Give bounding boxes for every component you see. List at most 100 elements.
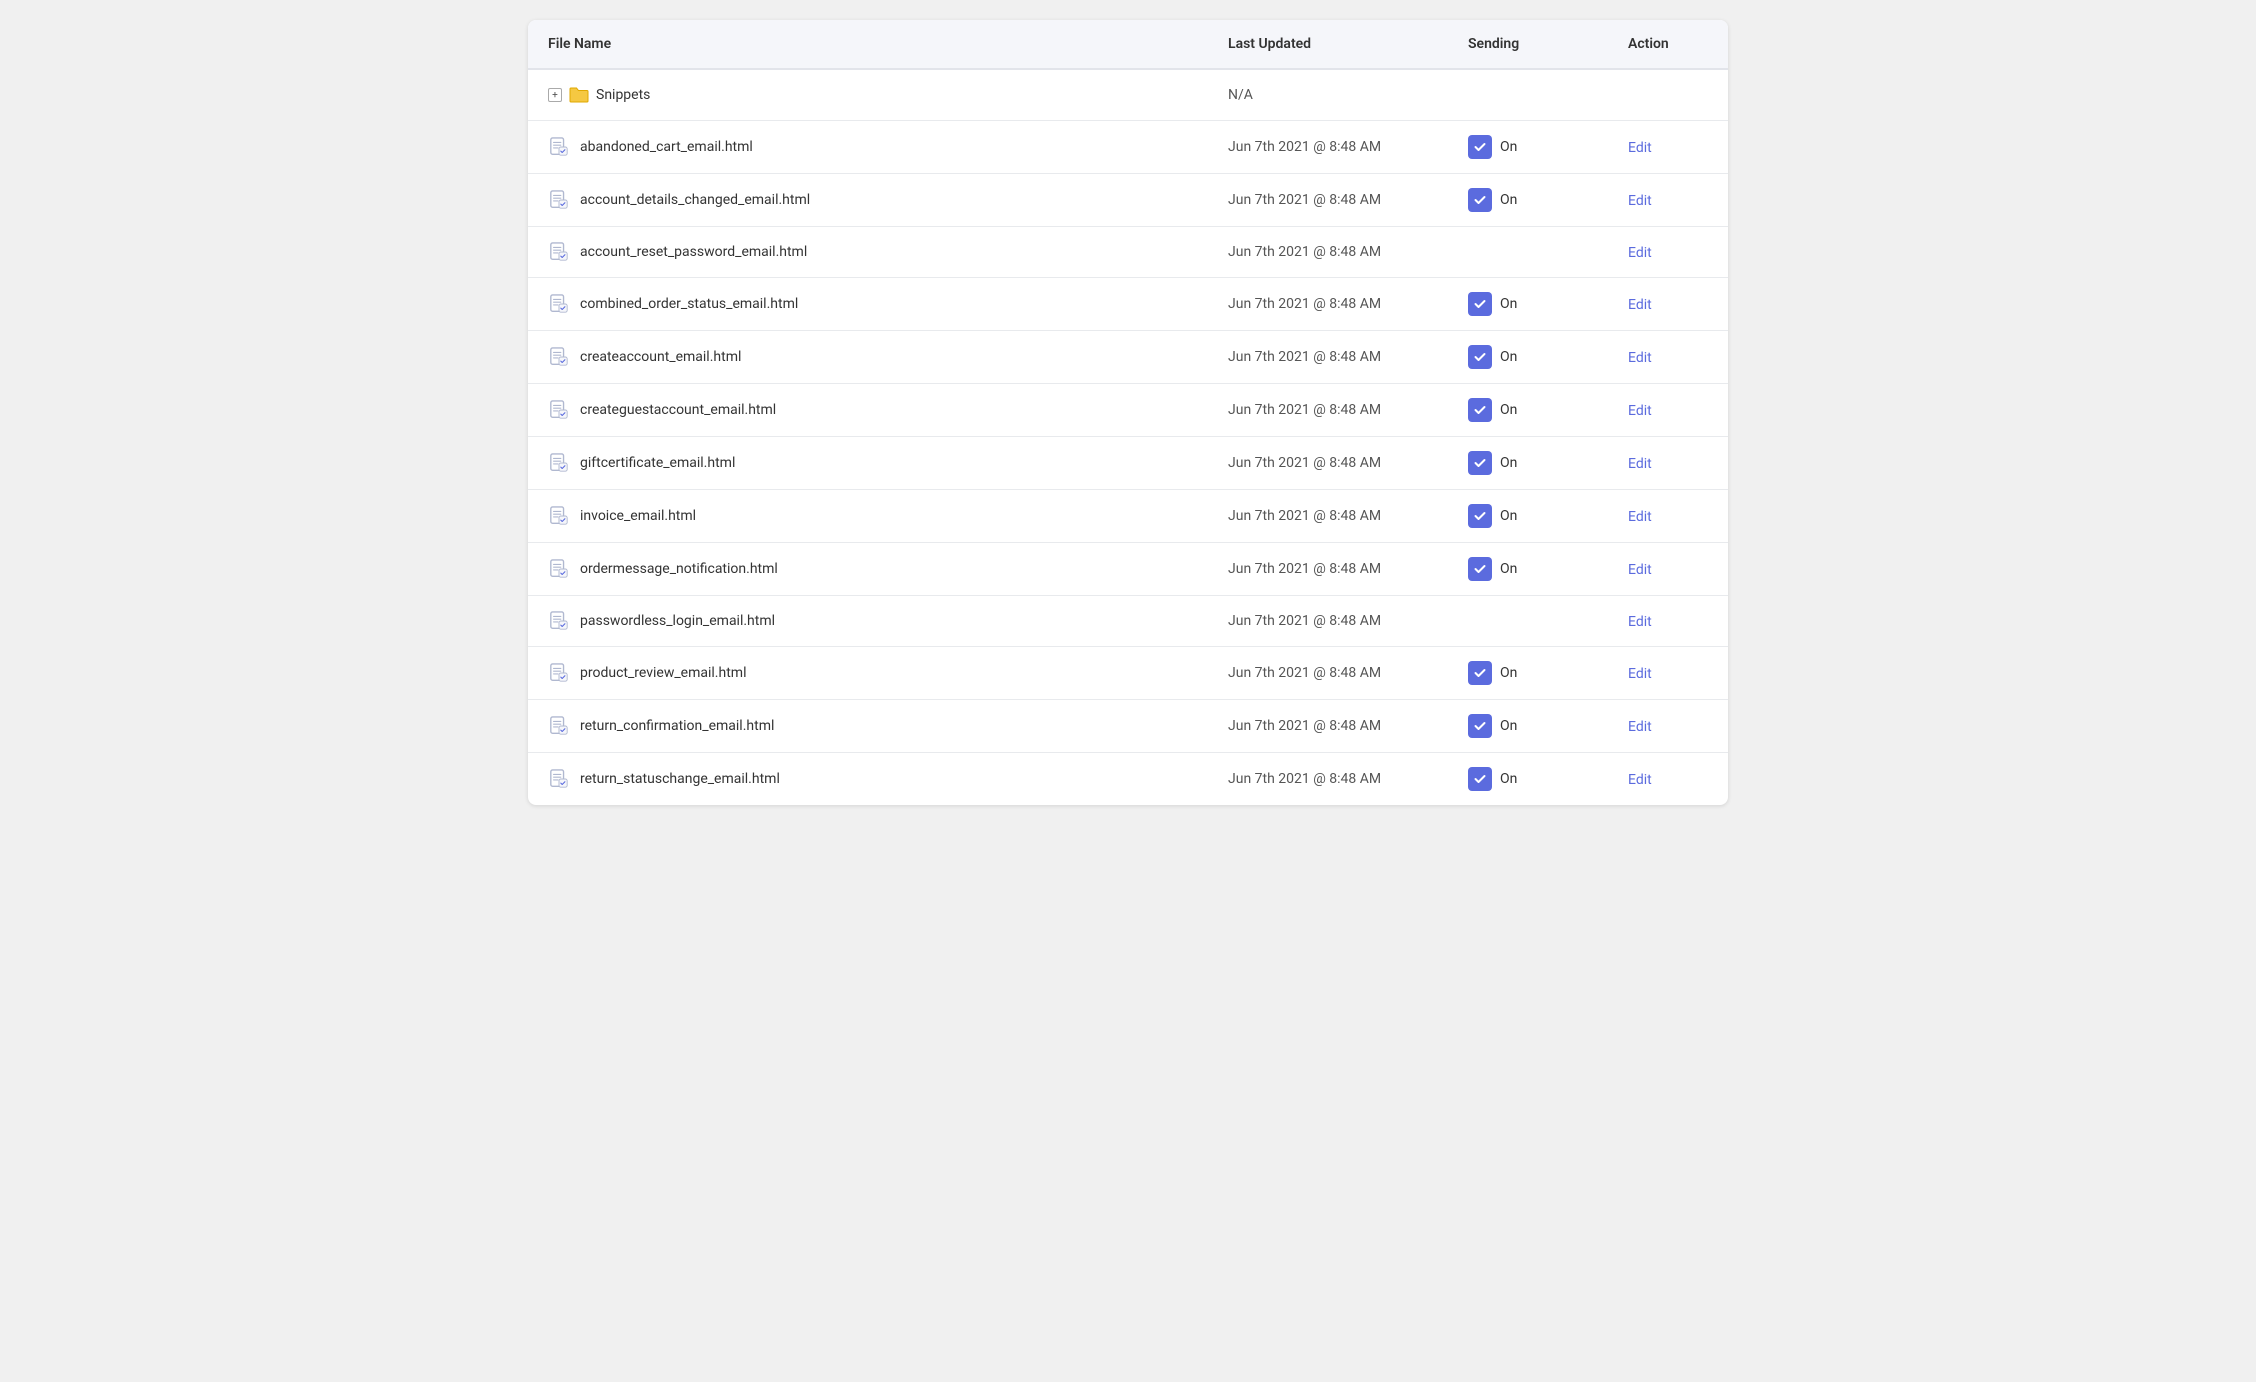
table-row: abandoned_cart_email.html Jun 7th 2021 @… — [528, 121, 1728, 174]
last-updated-cell: Jun 7th 2021 @ 8:48 AM — [1208, 753, 1448, 806]
edit-link[interactable]: Edit — [1628, 562, 1652, 578]
checkbox-checked-icon[interactable] — [1468, 398, 1492, 422]
edit-link[interactable]: Edit — [1628, 193, 1652, 209]
file-name-label: account_reset_password_email.html — [580, 244, 807, 260]
edit-link[interactable]: Edit — [1628, 350, 1652, 366]
edit-link[interactable]: Edit — [1628, 614, 1652, 630]
last-updated-cell: Jun 7th 2021 @ 8:48 AM — [1208, 278, 1448, 331]
table-row: createaccount_email.html Jun 7th 2021 @ … — [528, 331, 1728, 384]
edit-link[interactable]: Edit — [1628, 456, 1652, 472]
sending-cell: On — [1448, 647, 1608, 700]
checkbox-checked-icon[interactable] — [1468, 188, 1492, 212]
checkbox-checked-icon[interactable] — [1468, 345, 1492, 369]
on-label: On — [1500, 349, 1517, 365]
file-icon — [548, 346, 570, 368]
table-row: return_statuschange_email.html Jun 7th 2… — [528, 753, 1728, 806]
sending-cell: On — [1448, 700, 1608, 753]
last-updated-cell: Jun 7th 2021 @ 8:48 AM — [1208, 174, 1448, 227]
file-name-cell: return_confirmation_email.html — [528, 700, 1208, 753]
file-name-cell: return_statuschange_email.html — [528, 753, 1208, 806]
file-name-label: passwordless_login_email.html — [580, 613, 775, 629]
last-updated-cell: Jun 7th 2021 @ 8:48 AM — [1208, 384, 1448, 437]
edit-link[interactable]: Edit — [1628, 666, 1652, 682]
file-name-cell: invoice_email.html — [528, 490, 1208, 543]
file-name-label: createguestaccount_email.html — [580, 402, 776, 418]
sending-cell — [1448, 596, 1608, 647]
file-icon — [548, 505, 570, 527]
sending-cell: On — [1448, 543, 1608, 596]
file-icon — [548, 558, 570, 580]
table-header-row: File Name Last Updated Sending Action — [528, 20, 1728, 69]
file-name-cell: account_reset_password_email.html — [528, 227, 1208, 278]
action-cell: Edit — [1608, 121, 1728, 174]
last-updated-cell: Jun 7th 2021 @ 8:48 AM — [1208, 437, 1448, 490]
table-row: ordermessage_notification.html Jun 7th 2… — [528, 543, 1728, 596]
folder-icon — [568, 84, 590, 106]
action-cell: Edit — [1608, 227, 1728, 278]
on-label: On — [1500, 455, 1517, 471]
file-name-label: return_statuschange_email.html — [580, 771, 780, 787]
on-label: On — [1500, 771, 1517, 787]
sending-cell: On — [1448, 331, 1608, 384]
on-label: On — [1500, 718, 1517, 734]
file-name-label: ordermessage_notification.html — [580, 561, 778, 577]
last-updated-cell: N/A — [1208, 69, 1448, 121]
edit-link[interactable]: Edit — [1628, 719, 1652, 735]
table-row: passwordless_login_email.html Jun 7th 20… — [528, 596, 1728, 647]
sending-cell: On — [1448, 384, 1608, 437]
action-cell: Edit — [1608, 278, 1728, 331]
last-updated-cell: Jun 7th 2021 @ 8:48 AM — [1208, 647, 1448, 700]
table-row: combined_order_status_email.html Jun 7th… — [528, 278, 1728, 331]
action-cell: Edit — [1608, 543, 1728, 596]
edit-link[interactable]: Edit — [1628, 297, 1652, 313]
table-row: return_confirmation_email.html Jun 7th 2… — [528, 700, 1728, 753]
checkbox-checked-icon[interactable] — [1468, 767, 1492, 791]
file-icon — [548, 399, 570, 421]
file-table: File Name Last Updated Sending Action + … — [528, 20, 1728, 805]
file-name-cell: passwordless_login_email.html — [528, 596, 1208, 647]
on-label: On — [1500, 192, 1517, 208]
edit-link[interactable]: Edit — [1628, 403, 1652, 419]
checkbox-checked-icon[interactable] — [1468, 557, 1492, 581]
checkbox-checked-icon[interactable] — [1468, 292, 1492, 316]
checkbox-checked-icon[interactable] — [1468, 135, 1492, 159]
table-row: account_details_changed_email.html Jun 7… — [528, 174, 1728, 227]
sending-cell — [1448, 227, 1608, 278]
edit-link[interactable]: Edit — [1628, 245, 1652, 261]
file-table-container: File Name Last Updated Sending Action + … — [528, 20, 1728, 805]
table-row: invoice_email.html Jun 7th 2021 @ 8:48 A… — [528, 490, 1728, 543]
file-name-cell: ordermessage_notification.html — [528, 543, 1208, 596]
file-name-cell: product_review_email.html — [528, 647, 1208, 700]
last-updated-cell: Jun 7th 2021 @ 8:48 AM — [1208, 331, 1448, 384]
file-name-label: createaccount_email.html — [580, 349, 741, 365]
action-cell: Edit — [1608, 647, 1728, 700]
file-name-label: combined_order_status_email.html — [580, 296, 798, 312]
expand-icon[interactable]: + — [548, 88, 562, 102]
column-header-last-updated: Last Updated — [1208, 20, 1448, 69]
sending-cell: On — [1448, 437, 1608, 490]
edit-link[interactable]: Edit — [1628, 140, 1652, 156]
checkbox-checked-icon[interactable] — [1468, 504, 1492, 528]
action-cell: Edit — [1608, 331, 1728, 384]
file-name-label: Snippets — [596, 87, 650, 103]
checkbox-checked-icon[interactable] — [1468, 451, 1492, 475]
column-header-filename: File Name — [528, 20, 1208, 69]
last-updated-cell: Jun 7th 2021 @ 8:48 AM — [1208, 596, 1448, 647]
action-cell: Edit — [1608, 596, 1728, 647]
last-updated-cell: Jun 7th 2021 @ 8:48 AM — [1208, 490, 1448, 543]
sending-cell: On — [1448, 278, 1608, 331]
edit-link[interactable]: Edit — [1628, 509, 1652, 525]
checkbox-checked-icon[interactable] — [1468, 714, 1492, 738]
checkbox-checked-icon[interactable] — [1468, 661, 1492, 685]
file-name-cell: abandoned_cart_email.html — [528, 121, 1208, 174]
last-updated-cell: Jun 7th 2021 @ 8:48 AM — [1208, 227, 1448, 278]
action-cell — [1608, 69, 1728, 121]
file-icon — [548, 610, 570, 632]
column-header-action: Action — [1608, 20, 1728, 69]
file-icon — [548, 715, 570, 737]
edit-link[interactable]: Edit — [1628, 772, 1652, 788]
sending-cell: On — [1448, 753, 1608, 806]
table-row: account_reset_password_email.html Jun 7t… — [528, 227, 1728, 278]
file-icon — [548, 768, 570, 790]
file-name-label: invoice_email.html — [580, 508, 696, 524]
